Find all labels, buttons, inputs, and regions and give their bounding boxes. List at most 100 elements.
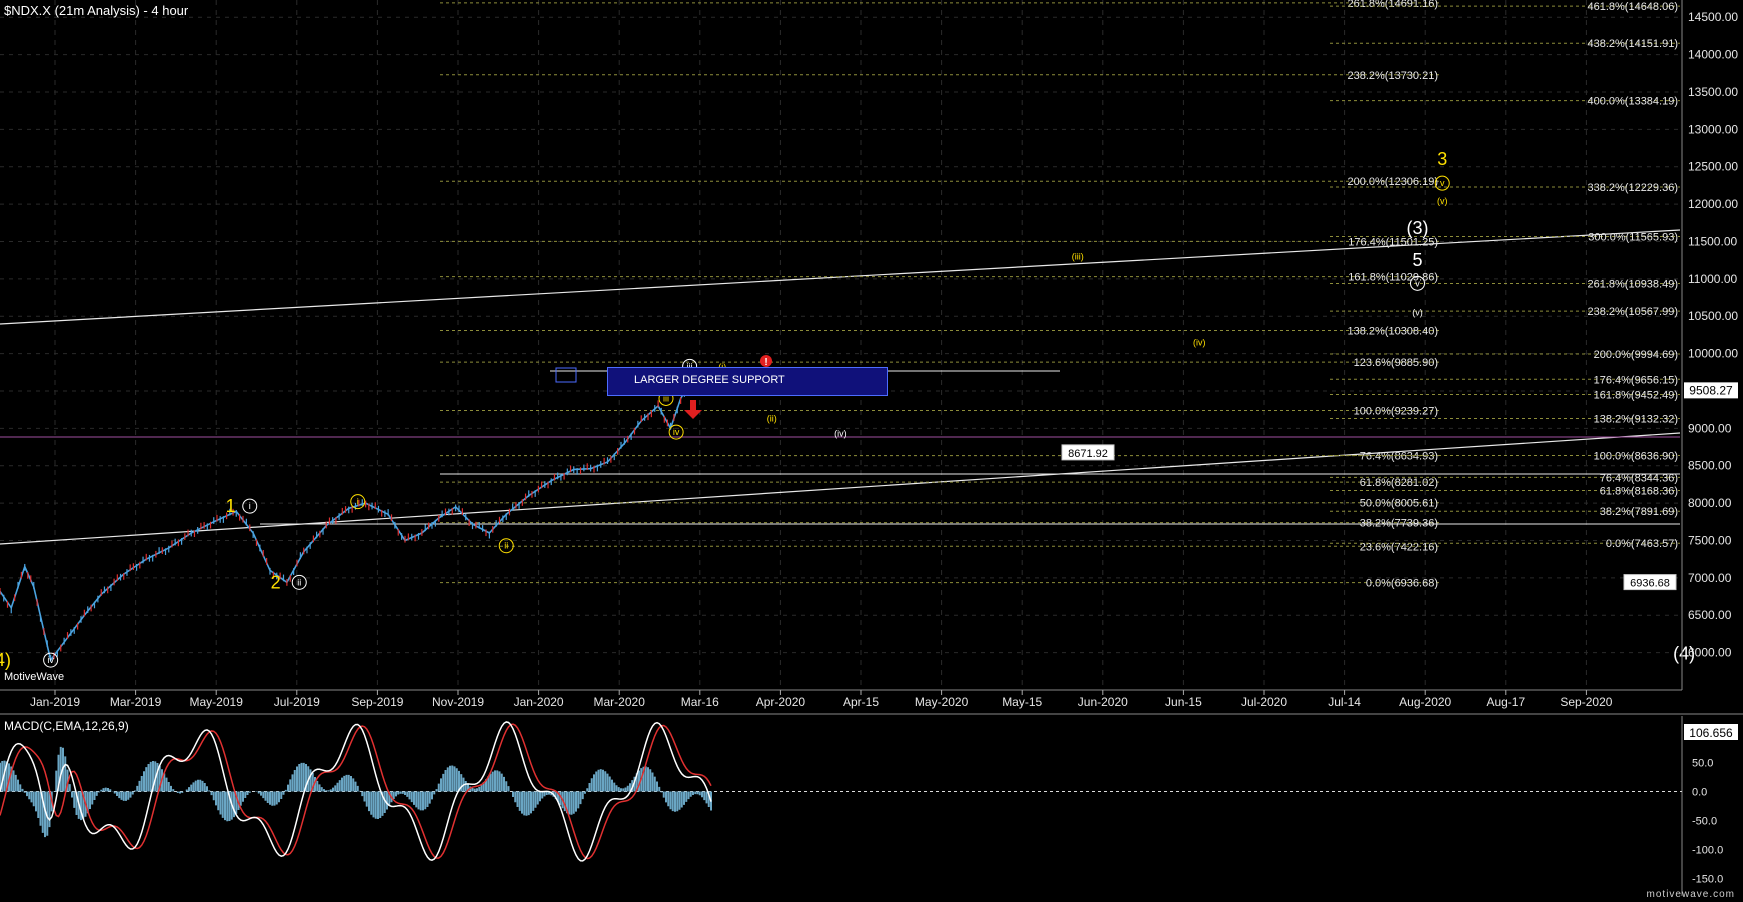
- price-tick-label: 11500.00: [1688, 234, 1737, 248]
- macd-panel: 50.0 0.0 -50.0 -100.0 -150.0 106.656: [0, 713, 1743, 896]
- fib-label: 238.2%(10567.99): [1587, 306, 1678, 318]
- time-tick-label: Aug-17: [1486, 695, 1525, 709]
- fib-label: 438.2%(14151.91): [1587, 38, 1678, 50]
- wave-label: iv: [673, 427, 680, 437]
- wave-label: (v): [1437, 196, 1448, 206]
- price-tick-label: 8500.00: [1688, 459, 1732, 473]
- fib-label: 200.0%(12306.19): [1347, 176, 1438, 188]
- time-tick-label: Sep-2019: [351, 695, 403, 709]
- fib-label: 61.8%(8168.36): [1600, 486, 1678, 498]
- macd-tick-label: 0.0: [1692, 786, 1707, 798]
- fib-label: 0.0%(6936.68): [1366, 578, 1438, 590]
- fib-label: 76.4%(8634.93): [1360, 451, 1438, 463]
- price-line: [0, 372, 712, 662]
- watermark-label: MotiveWave: [4, 671, 65, 683]
- price-tick-label: 7000.00: [1688, 571, 1732, 585]
- time-tick-label: Mar-16: [681, 695, 719, 709]
- wave-label: iv: [47, 655, 54, 665]
- time-axis: Jan-2019 Mar-2019 May-2019 Jul-2019 Sep-2019…: [0, 689, 1682, 709]
- time-tick-label: May-2020: [915, 695, 969, 709]
- fib-label: 138.2%(9132.32): [1594, 413, 1678, 425]
- price-tick-label: 6000.00: [1688, 646, 1732, 660]
- fib-label: 176.4%(9656.15): [1594, 374, 1678, 386]
- fib-label: 338.2%(12229.36): [1587, 182, 1678, 194]
- macd-tick-label: -50.0: [1692, 816, 1717, 828]
- last-price-label: 9508.27: [1689, 383, 1733, 397]
- price-tick-label: 13000.00: [1688, 122, 1738, 136]
- fib-label: 76.4%(8344.36): [1600, 472, 1678, 484]
- time-tick-label: Apr-2020: [756, 695, 806, 709]
- time-tick-label: Jul-2020: [1241, 695, 1287, 709]
- price-tag-label: 8671.92: [1068, 448, 1108, 460]
- fib-label: 176.4%(11501.25): [1348, 236, 1438, 248]
- macd-tick-label: -100.0: [1692, 845, 1723, 857]
- fib-label: 261.8%(10938.49): [1587, 278, 1678, 290]
- brand-label: motivewave.com: [1646, 889, 1735, 900]
- fib-label: 138.2%(10308.40): [1347, 326, 1438, 338]
- time-tick-label: Jul-2019: [274, 695, 320, 709]
- price-tick-label: 9000.00: [1688, 421, 1732, 435]
- price-tick-label: 12000.00: [1688, 197, 1738, 211]
- price-tag-label: 6936.68: [1630, 578, 1670, 590]
- price-tick-label: 8000.00: [1688, 496, 1732, 510]
- wave-label: v: [1415, 278, 1420, 288]
- fib-label: 38.2%(7739.36): [1360, 518, 1438, 530]
- fib-label: 123.6%(9885.90): [1354, 357, 1438, 369]
- time-tick-label: Mar-2019: [110, 695, 162, 709]
- fib-label: 0.0%(7463.57): [1606, 538, 1678, 550]
- price-series: [0, 368, 712, 662]
- price-tick-label: 14500.00: [1688, 10, 1738, 24]
- fibonacci-levels: 261.8%(14691.16) 238.2%(13730.21) 200.0%(1…: [440, 0, 1680, 590]
- fib-label: 100.0%(9239.27): [1354, 405, 1438, 417]
- chart-canvas: 261.8%(14691.16) 238.2%(13730.21) 200.0%(1…: [0, 0, 1743, 896]
- price-tick-label: 10500.00: [1688, 309, 1738, 323]
- wave-label: i: [357, 497, 359, 507]
- wave-label: ii: [297, 577, 301, 587]
- price-tick-label: 12500.00: [1688, 160, 1738, 174]
- time-tick-label: Mar-2020: [594, 695, 646, 709]
- wave-label: (ii): [767, 414, 777, 424]
- macd-title: MACD(C,EMA,12,26,9): [4, 719, 129, 733]
- time-tick-label: Jul-14: [1328, 695, 1361, 709]
- larger-degree-support-box: LARGER DEGREE SUPPORT: [607, 367, 888, 396]
- wave-label: (iv): [1193, 337, 1206, 347]
- wave-label: (3): [1407, 218, 1429, 238]
- time-tick-label: Jun-15: [1165, 695, 1202, 709]
- wave-label: ii: [504, 541, 508, 551]
- fib-label: 161.8%(9452.49): [1594, 390, 1678, 402]
- time-tick-label: Jun-2020: [1078, 695, 1128, 709]
- fib-label: 200.0%(9994.69): [1594, 349, 1678, 361]
- wave-label: 5: [1412, 250, 1422, 270]
- wave-label: (v): [1412, 307, 1423, 317]
- time-tick-label: Nov-2019: [432, 695, 484, 709]
- fib-label: 100.0%(8636.90): [1594, 451, 1678, 463]
- fib-label: 300.0%(11565.93): [1588, 232, 1678, 244]
- fib-label: 50.0%(8005.61): [1360, 498, 1438, 510]
- macd-tick-label: 50.0: [1692, 757, 1713, 769]
- price-tick-label: 10000.00: [1688, 347, 1738, 361]
- fib-label: 61.8%(8281.02): [1360, 477, 1438, 489]
- time-tick-label: Apr-15: [843, 695, 879, 709]
- wave-label: (iii): [1072, 251, 1084, 261]
- time-tick-label: Jan-2020: [514, 695, 564, 709]
- time-tick-label: May-2019: [190, 695, 244, 709]
- wave-label: (iv): [834, 429, 847, 439]
- wave-label: 1: [226, 496, 236, 516]
- time-tick-label: Jan-2019: [30, 695, 80, 709]
- support-box-label: LARGER DEGREE SUPPORT: [634, 374, 785, 386]
- price-tick-label: 11000.00: [1688, 272, 1737, 286]
- wave-label: (4): [0, 650, 11, 670]
- wave-label: 3: [1437, 149, 1447, 169]
- price-tick-label: 13500.00: [1688, 85, 1738, 99]
- price-axis: 6000.00 6500.00 7000.00 7500.00 8000.00 8500.…: [1681, 0, 1738, 690]
- fib-label: 261.8%(14691.16): [1347, 0, 1438, 10]
- price-tick-label: 7500.00: [1688, 533, 1732, 547]
- chart-title: $NDX.X (21m Analysis) - 4 hour: [4, 3, 189, 18]
- macd-tick-label: -150.0: [1692, 874, 1723, 886]
- time-tick-label: Sep-2020: [1560, 695, 1612, 709]
- wave-label: v: [1440, 178, 1445, 188]
- wave-label: 2: [271, 572, 281, 592]
- time-tick-label: May-15: [1002, 695, 1042, 709]
- small-support-box: [555, 367, 577, 383]
- fib-label: 38.2%(7891.69): [1600, 506, 1678, 518]
